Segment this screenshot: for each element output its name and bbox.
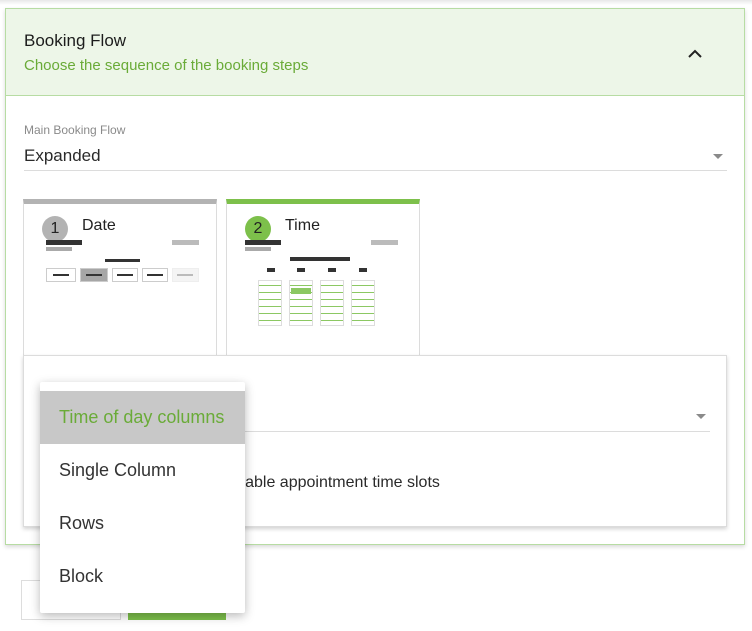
caret-down-icon	[696, 414, 706, 419]
main-flow-value: Expanded	[24, 146, 101, 165]
time-layout-dropdown-menu: Time of day columns Single Column Rows B…	[40, 382, 245, 613]
dropdown-option-time-of-day-columns[interactable]: Time of day columns	[40, 391, 245, 444]
step-card-time[interactable]: 2 Time	[226, 199, 420, 369]
date-step-thumbnail	[46, 240, 206, 300]
dropdown-option-block[interactable]: Block	[40, 550, 245, 603]
time-layout-select[interactable]	[244, 404, 710, 432]
main-flow-select[interactable]: Expanded	[24, 143, 727, 171]
chevron-up-icon	[688, 49, 702, 58]
card-title: Booking Flow	[24, 31, 127, 50]
card-subtitle: Choose the sequence of the booking steps	[24, 57, 309, 74]
time-step-thumbnail	[245, 240, 405, 340]
step-number-badge: 1	[42, 216, 68, 242]
main-flow-label: Main Booking Flow	[24, 123, 126, 137]
caret-down-icon	[713, 154, 723, 159]
step-card-date[interactable]: 1 Date	[23, 199, 217, 359]
card-header[interactable]: Booking Flow Choose the sequence of the …	[6, 9, 744, 96]
available-slots-label: ilable appointment time slots	[238, 474, 440, 491]
page-top-edge	[0, 0, 752, 5]
step-label: Date	[82, 217, 116, 234]
collapse-button[interactable]	[680, 39, 710, 69]
step-label: Time	[285, 217, 320, 234]
step-number-badge: 2	[245, 216, 271, 242]
dropdown-option-rows[interactable]: Rows	[40, 497, 245, 550]
dropdown-option-single-column[interactable]: Single Column	[40, 444, 245, 497]
